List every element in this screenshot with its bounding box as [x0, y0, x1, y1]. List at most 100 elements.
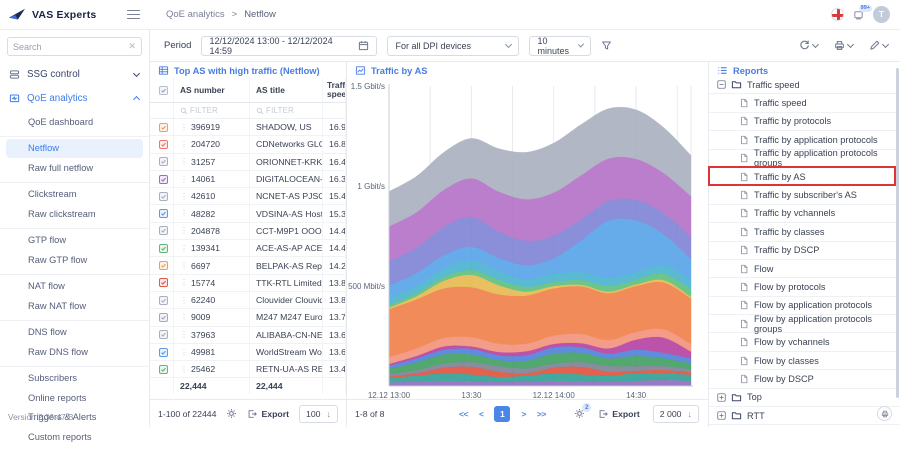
row-checkbox-cell[interactable] [150, 240, 174, 256]
print-fab-button[interactable] [877, 406, 892, 421]
prev-page-button[interactable]: < [479, 409, 483, 419]
drag-handle-icon[interactable]: ⋮ [180, 209, 187, 218]
period-range-input[interactable]: 12/12/2024 13:00 - 12/12/2024 14:59 [201, 36, 377, 56]
sidebar-item-gtp-flow[interactable]: GTP flow [0, 231, 149, 251]
row-checkbox[interactable] [159, 140, 168, 149]
report-item-traffic-by-application-protocols-groups[interactable]: Traffic by application protocols groups [709, 150, 900, 168]
menu-toggle-icon[interactable] [127, 10, 140, 20]
col-as-number[interactable]: AS number [174, 78, 250, 102]
row-checkbox[interactable] [159, 296, 168, 305]
table-row[interactable]: ⋮62240Clouvider Clouvider Lir13.8 [150, 292, 346, 309]
table-row[interactable]: ⋮31257ORIONNET-KRK Orion T16.4 [150, 154, 346, 171]
sidebar-item-online-reports[interactable]: Online reports [0, 388, 149, 408]
table-row[interactable]: ⋮48282VDSINA-AS Hosting te15.3 [150, 205, 346, 222]
table-row[interactable]: ⋮15774TTK-RTL Limited Liabili13.8 [150, 275, 346, 292]
row-checkbox[interactable] [159, 244, 168, 253]
row-checkbox-cell[interactable] [150, 344, 174, 360]
row-checkbox[interactable] [159, 209, 168, 218]
drag-handle-icon[interactable]: ⋮ [180, 244, 187, 253]
row-checkbox[interactable] [159, 278, 168, 287]
row-checkbox-cell[interactable] [150, 257, 174, 273]
row-checkbox[interactable] [159, 157, 168, 166]
drag-handle-icon[interactable]: ⋮ [180, 123, 187, 132]
table-row[interactable]: ⋮14061DIGITALOCEAN-ASN, U16.3 [150, 171, 346, 188]
row-checkbox-cell[interactable] [150, 154, 174, 170]
table-row[interactable]: ⋮204720CDNetworks GLOBAL (16.8 [150, 136, 346, 153]
report-item-flow-by-application-protocols[interactable]: Flow by application protocols [709, 297, 900, 315]
row-checkbox-cell[interactable] [150, 171, 174, 187]
clear-search-icon[interactable]: ✕ [128, 41, 136, 52]
row-checkbox-cell[interactable] [150, 309, 174, 325]
drag-handle-icon[interactable]: ⋮ [180, 157, 187, 166]
row-checkbox-cell[interactable] [150, 119, 174, 135]
notifications-icon[interactable]: 99+ [853, 9, 864, 20]
sidebar-item-raw-nat-flow[interactable]: Raw NAT flow [0, 296, 149, 316]
collapse-icon[interactable] [717, 80, 726, 89]
report-item-flow-by-protocols[interactable]: Flow by protocols [709, 278, 900, 296]
dpi-device-select[interactable]: For all DPI devices [387, 36, 519, 56]
expand-icon[interactable] [717, 411, 726, 420]
filter-funnel-icon[interactable] [601, 40, 612, 51]
table-row[interactable]: ⋮49981WorldStream WorldStr13.6 [150, 344, 346, 361]
expand-icon[interactable] [717, 393, 726, 402]
row-checkbox[interactable] [159, 330, 168, 339]
table-row[interactable]: ⋮6697BELPAK-AS Republican14.2 [150, 257, 346, 274]
sidebar-item-raw-dns-flow[interactable]: Raw DNS flow [0, 342, 149, 362]
reports-scrollbar[interactable] [896, 68, 899, 398]
search-input[interactable] [13, 42, 128, 52]
report-item-traffic-by-protocols[interactable]: Traffic by protocols [709, 113, 900, 131]
row-checkbox[interactable] [159, 313, 168, 322]
col-traffic-speed[interactable]: Traffic speed [323, 78, 346, 102]
report-item-traffic-by-subscriber-s-as[interactable]: Traffic by subscriber's AS [709, 186, 900, 204]
sidebar-section-ssg-control[interactable]: SSG control [0, 62, 149, 86]
current-page-button[interactable]: 1 [494, 406, 510, 422]
row-checkbox[interactable] [159, 348, 168, 357]
sidebar-item-subscribers[interactable]: Subscribers [0, 369, 149, 389]
report-item-traffic-by-application-protocols[interactable]: Traffic by application protocols [709, 131, 900, 149]
print-action[interactable] [834, 40, 853, 51]
sidebar-item-raw-clickstream[interactable]: Raw clickstream [0, 204, 149, 224]
sidebar-item-netflow[interactable]: Netflow [6, 139, 143, 159]
edit-action[interactable] [869, 40, 888, 51]
col-as-title[interactable]: AS title [250, 78, 323, 102]
last-page-button[interactable]: >> [537, 409, 546, 419]
drag-handle-icon[interactable]: ⋮ [180, 140, 187, 149]
drag-handle-icon[interactable]: ⋮ [180, 296, 187, 305]
reports-folder-top[interactable]: Top [709, 389, 900, 407]
row-checkbox-cell[interactable] [150, 223, 174, 239]
next-page-button[interactable]: > [521, 409, 525, 419]
drag-handle-icon[interactable]: ⋮ [180, 278, 187, 287]
sidebar-section-qoe-analytics[interactable]: QoE analytics [0, 86, 149, 110]
refresh-action[interactable] [799, 40, 818, 51]
breadcrumb-item-qoe[interactable]: QoE analytics [166, 9, 225, 20]
report-item-traffic-by-dscp[interactable]: Traffic by DSCP [709, 242, 900, 260]
report-item-flow-by-vchannels[interactable]: Flow by vchannels [709, 333, 900, 351]
filter-input[interactable] [190, 106, 244, 115]
drag-handle-icon[interactable]: ⋮ [180, 365, 187, 374]
drag-handle-icon[interactable]: ⋮ [180, 313, 187, 322]
report-item-traffic-speed[interactable]: Traffic speed [709, 94, 900, 112]
report-item-traffic-by-classes[interactable]: Traffic by classes [709, 223, 900, 241]
sidebar-item-clickstream[interactable]: Clickstream [0, 185, 149, 205]
table-row[interactable]: ⋮139341ACE-AS-AP ACE, SG14.4 [150, 240, 346, 257]
sidebar-item-qoe-dashboard[interactable]: QoE dashboard [0, 112, 149, 132]
row-checkbox[interactable] [159, 365, 168, 374]
chart-settings-gear-icon[interactable]: 2 [574, 408, 585, 419]
sidebar-search[interactable]: ✕ [7, 37, 142, 56]
table-row[interactable]: ⋮25462RETN-UA-AS RETN Limi13.4 [150, 361, 346, 378]
drag-handle-icon[interactable]: ⋮ [180, 226, 187, 235]
report-item-flow[interactable]: Flow [709, 260, 900, 278]
sidebar-item-raw-gtp-flow[interactable]: Raw GTP flow [0, 250, 149, 270]
drag-handle-icon[interactable]: ⋮ [180, 330, 187, 339]
interval-select[interactable]: 10 minutes [529, 36, 591, 56]
sidebar-item-dns-flow[interactable]: DNS flow [0, 323, 149, 343]
row-checkbox[interactable] [159, 261, 168, 270]
calendar-icon[interactable] [358, 40, 369, 51]
chart-export-button[interactable]: Export [598, 409, 640, 419]
row-checkbox-cell[interactable] [150, 361, 174, 377]
report-item-flow-by-classes[interactable]: Flow by classes [709, 352, 900, 370]
table-row[interactable]: ⋮42610NCNET-AS PJSC Roste15.4 [150, 188, 346, 205]
sidebar-item-raw-full-netflow[interactable]: Raw full netflow [0, 158, 149, 178]
table-settings-gear-icon[interactable] [226, 408, 237, 419]
drag-handle-icon[interactable]: ⋮ [180, 192, 187, 201]
